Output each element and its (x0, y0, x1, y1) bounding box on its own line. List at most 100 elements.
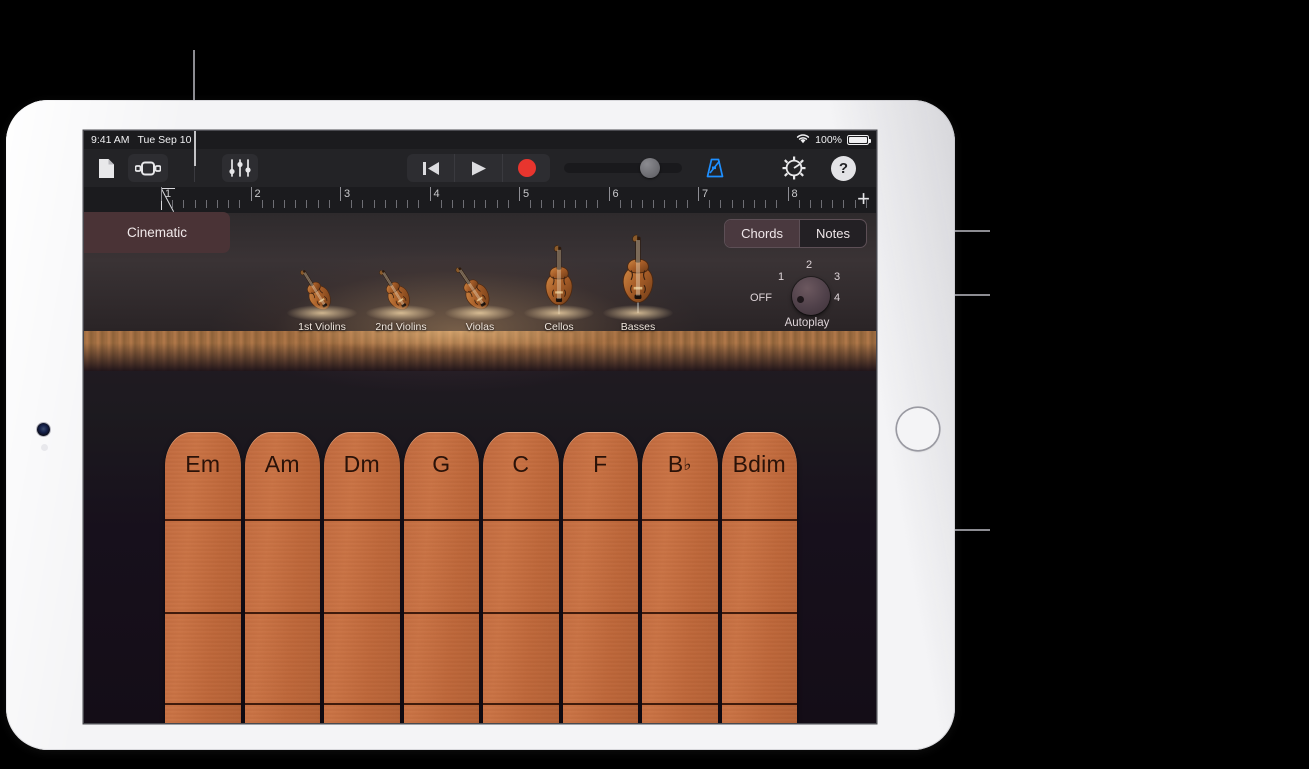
chord-strip-divider (403, 519, 479, 521)
instrument-1st-violins[interactable]: 1st Violins (283, 239, 362, 333)
autoplay-control: OFF 1 2 3 4 Autoplay (750, 255, 862, 337)
home-button[interactable] (897, 408, 939, 450)
timeline-ruler[interactable]: + 1 2 3 4 5 6 7 8 (84, 187, 876, 213)
ruler-beat-tick (832, 200, 834, 208)
play-button[interactable] (455, 154, 502, 182)
autoplay-label-2[interactable]: 2 (806, 259, 812, 271)
ruler-beat-tick (809, 200, 811, 208)
ambient-sensor-icon (41, 444, 48, 451)
instrument-2nd-violins[interactable]: 2nd Violins (362, 239, 441, 333)
ruler-beat-tick (306, 200, 308, 208)
chord-strip-divider (721, 703, 797, 705)
double-bass-icon (603, 234, 673, 321)
stage-floor (84, 331, 876, 371)
ruler-beat-tick (261, 200, 263, 208)
notes-tab[interactable]: Notes (800, 220, 866, 247)
chord-strip-B[interactable]: B♭ (642, 432, 718, 723)
chord-label: Bdim (732, 451, 786, 477)
chords-notes-switch: Chords Notes (724, 219, 867, 248)
help-button[interactable]: ? (831, 155, 856, 181)
ruler-bar-tick (429, 187, 431, 201)
chord-strip-divider (244, 612, 320, 614)
chord-strip-Am[interactable]: Am (244, 432, 320, 723)
track-view-button[interactable] (128, 154, 168, 182)
instrument-cellos[interactable]: Cellos (520, 239, 599, 333)
ruler-beat-tick (172, 200, 174, 208)
playhead[interactable] (194, 131, 196, 166)
chord-strip-Dm[interactable]: Dm (324, 432, 400, 723)
ruler-beat-tick (194, 200, 196, 208)
track-controls-button[interactable] (222, 154, 258, 182)
add-section-button[interactable]: + (857, 188, 870, 210)
metronome-button[interactable] (699, 154, 731, 182)
ruler-bar-number: 2 (254, 188, 261, 200)
ruler-beat-tick (239, 200, 241, 208)
instrument-basses[interactable]: Basses (599, 234, 678, 333)
ruler-beat-tick (228, 200, 230, 208)
ruler-beat-tick (496, 200, 498, 208)
chord-strip-F[interactable]: F (562, 432, 638, 723)
spotlight-glow (445, 305, 515, 321)
ruler-beat-tick (854, 200, 856, 208)
spotlight-glow (366, 305, 436, 321)
my-songs-button[interactable] (90, 154, 122, 182)
ruler-beat-tick (597, 200, 599, 208)
chord-strip-divider (403, 612, 479, 614)
master-volume-slider[interactable] (564, 158, 682, 178)
chord-strip-divider (721, 612, 797, 614)
ruler-beat-tick (284, 200, 286, 208)
chord-strip-divider (483, 519, 559, 521)
record-button[interactable] (503, 154, 550, 182)
ruler-beat-tick (485, 200, 487, 208)
chord-strip-C[interactable]: C (483, 432, 559, 723)
chord-strip-G[interactable]: G (403, 432, 479, 723)
chord-strip-divider (403, 703, 479, 705)
ruler-beat-tick (295, 200, 297, 208)
ruler-beat-tick (765, 200, 767, 208)
ipad-screen: 9:41 AM Tue Sep 10 100% ? + 1 2 3 4 5 6 … (84, 131, 876, 723)
ruler-beat-tick (440, 200, 442, 208)
autoplay-label-4[interactable]: 4 (834, 292, 840, 304)
ruler-bar-tick (698, 187, 699, 201)
viola-icon (445, 239, 515, 321)
ruler-beat-tick (720, 200, 722, 208)
screenshot-root: 9:41 AM Tue Sep 10 100% ? + 1 2 3 4 5 6 … (0, 0, 1309, 769)
chord-strip-divider (324, 612, 400, 614)
ruler-beat-tick (563, 200, 565, 208)
chord-strip-Em[interactable]: Em (165, 432, 241, 723)
instrument-violas[interactable]: Violas (441, 239, 520, 333)
ruler-beat-tick (843, 200, 845, 208)
settings-button[interactable] (778, 154, 810, 182)
wifi-icon (796, 133, 810, 147)
ruler-beat-tick (183, 200, 185, 208)
autoplay-knob[interactable] (792, 277, 830, 315)
autoplay-label-3[interactable]: 3 (834, 271, 840, 283)
chord-label: B♭ (667, 451, 692, 477)
rewind-button[interactable] (407, 154, 454, 182)
violin-icon (287, 239, 357, 321)
ruler-beat-tick (541, 200, 543, 208)
autoplay-label-off[interactable]: OFF (750, 292, 772, 304)
ruler-beat-tick (451, 200, 453, 208)
chord-label: G (432, 451, 451, 477)
ruler-bar-tick (787, 187, 789, 201)
autoplay-title: Autoplay (784, 317, 830, 329)
ruler-beat-tick (574, 200, 576, 208)
autoplay-label-1[interactable]: 1 (778, 271, 784, 283)
chord-strip-divider (165, 519, 241, 521)
ruler-beat-tick (272, 200, 274, 208)
ruler-beat-tick (619, 200, 621, 208)
front-camera-icon (37, 423, 50, 436)
ruler-beat-tick (373, 200, 375, 208)
chord-label: Em (185, 451, 221, 477)
ruler-bar-number: 8 (791, 188, 798, 200)
chords-tab[interactable]: Chords (725, 220, 800, 247)
chord-strip-Bdim[interactable]: Bdim (721, 432, 797, 723)
volume-slider-knob[interactable] (640, 158, 660, 178)
ruler-beat-tick (630, 200, 632, 208)
chord-strip-divider (165, 703, 241, 705)
chord-strip-divider (562, 519, 638, 521)
chord-strip-divider (324, 519, 400, 521)
track-header-cinematic[interactable]: Cinematic (84, 212, 230, 253)
ruler-beat-tick (474, 200, 476, 208)
